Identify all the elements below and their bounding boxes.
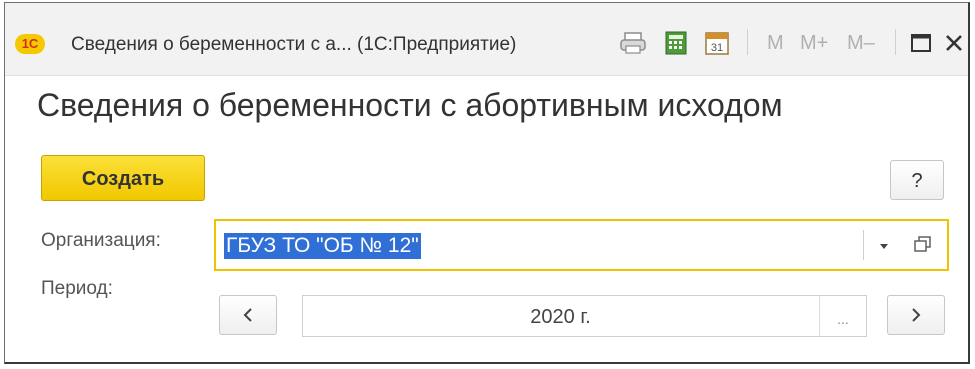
organization-label: Организация: <box>41 230 161 251</box>
form-heading: Сведения о беременности с абортивным исх… <box>37 87 783 123</box>
period-value: 2020 г. <box>530 306 591 328</box>
field-divider <box>819 296 820 336</box>
maximize-icon[interactable] <box>908 30 934 56</box>
open-form-icon[interactable] <box>906 229 940 261</box>
prev-period-button[interactable] <box>219 295 277 335</box>
calculator-icon[interactable] <box>662 30 690 56</box>
create-button[interactable]: Создать <box>41 155 205 201</box>
help-button[interactable]: ? <box>890 160 944 200</box>
app-logo-icon: 1С <box>15 34 45 54</box>
period-field[interactable]: 2020 г. ... <box>302 295 867 337</box>
organization-field[interactable]: ГБУЗ ТО "ОБ № 12" <box>214 219 949 271</box>
app-window: 1С Сведения о беременности с а... (1С:Пр… <box>4 2 970 364</box>
dropdown-arrow-icon[interactable] <box>866 231 902 261</box>
chevron-right-icon <box>912 308 921 322</box>
chevron-left-icon <box>243 308 252 322</box>
period-label: Период: <box>41 278 113 299</box>
field-divider <box>863 230 864 260</box>
window-title: Сведения о беременности с а... (1С:Предп… <box>71 34 517 55</box>
title-bar: 1С Сведения о беременности с а... (1С:Пр… <box>5 3 968 76</box>
next-period-button[interactable] <box>887 295 945 335</box>
memory-plus-button[interactable]: M+ <box>800 32 828 55</box>
print-icon[interactable] <box>619 30 649 56</box>
calendar-day-text: 31 <box>711 42 723 54</box>
memory-m-button[interactable]: M <box>767 32 784 55</box>
period-select-button[interactable]: ... <box>824 306 862 332</box>
close-icon[interactable] <box>942 30 966 56</box>
toolbar-separator <box>747 29 748 55</box>
calendar-icon[interactable]: 31 <box>703 30 731 56</box>
memory-minus-button[interactable]: M– <box>847 32 875 55</box>
toolbar-separator <box>895 29 896 55</box>
organization-value[interactable]: ГБУЗ ТО "ОБ № 12" <box>224 233 421 259</box>
